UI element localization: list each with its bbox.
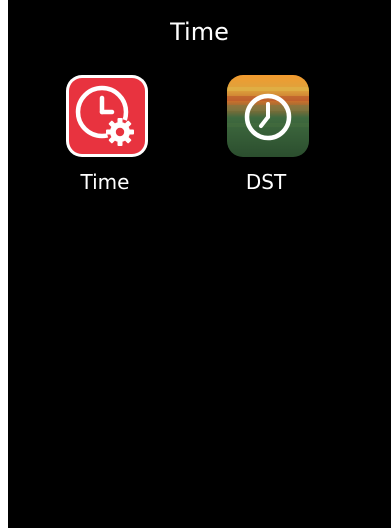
dst-app-label: DST [245, 170, 287, 194]
dst-app[interactable]: DST [211, 74, 321, 204]
screen-title: Time [170, 18, 229, 46]
time-app-label: Time [80, 170, 130, 194]
clock-gear-icon [66, 75, 148, 157]
time-app[interactable]: Time [50, 74, 160, 204]
time-settings-screen: Time Time DST [8, 0, 391, 528]
clock-icon [227, 75, 309, 157]
